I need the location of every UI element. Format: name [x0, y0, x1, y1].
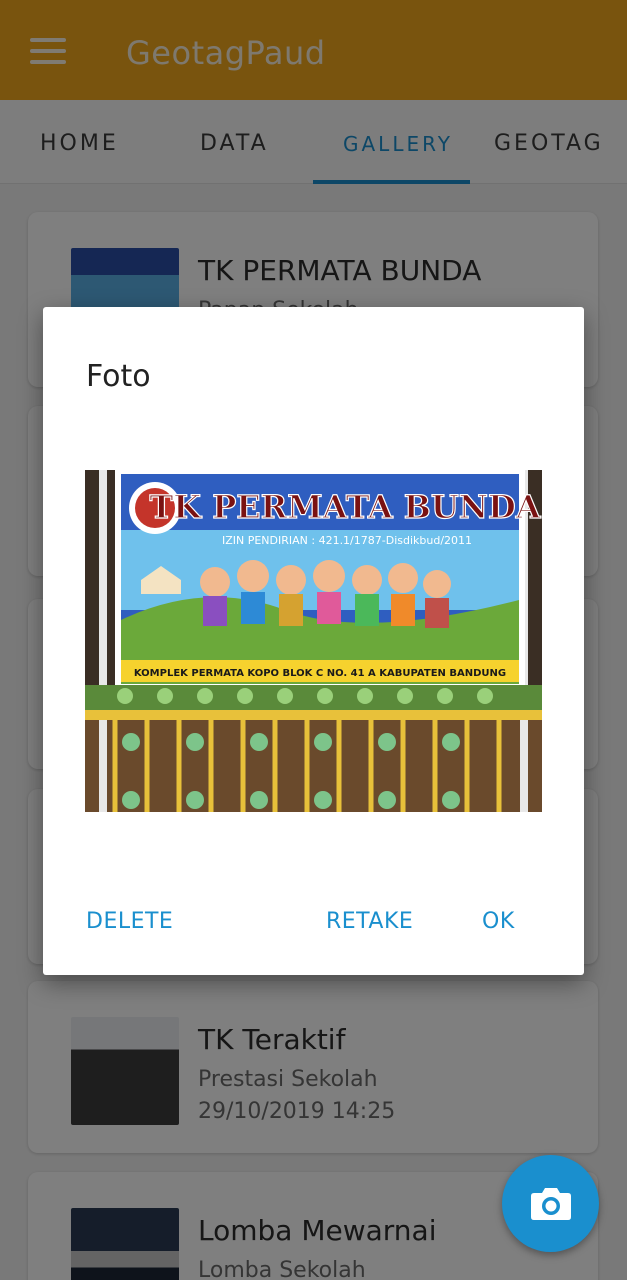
camera-icon: [531, 1188, 571, 1220]
sign-title: TK PERMATA BUNDA: [149, 488, 541, 526]
ok-button[interactable]: OK: [482, 909, 515, 934]
dialog-title: Foto: [86, 359, 151, 394]
delete-button[interactable]: DELETE: [86, 909, 173, 934]
photo-preview: TK PERMATA BUNDA IZIN PENDIRIAN : 421.1/…: [85, 470, 542, 812]
sign-address: KOMPLEK PERMATA KOPO BLOK C NO. 41 A KAB…: [134, 668, 506, 679]
photo-dialog: Foto TK PERMATA BUNDA IZIN PENDIRIAN: 4…: [43, 307, 584, 975]
sign-license: IZIN PENDIRIAN : 421.1/1787-Disdikbud/20…: [222, 534, 472, 547]
retake-button[interactable]: RETAKE: [326, 909, 413, 934]
camera-fab[interactable]: [502, 1155, 599, 1252]
